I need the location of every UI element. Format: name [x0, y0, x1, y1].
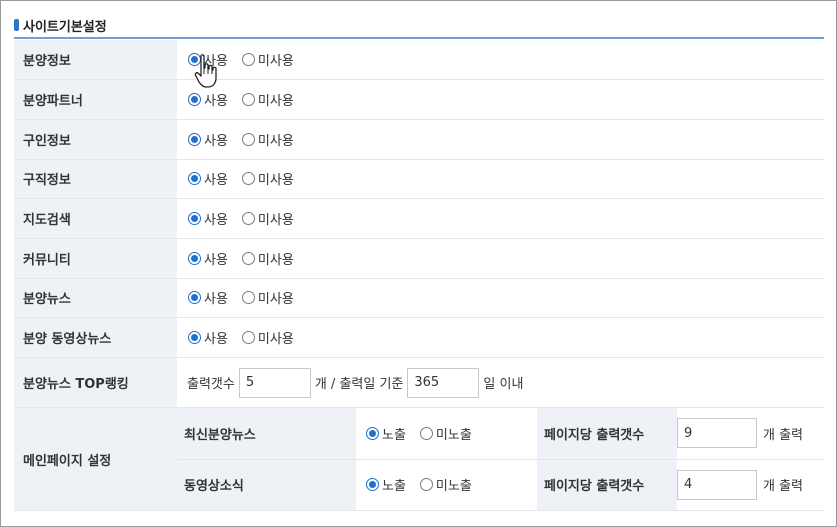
radio-unchecked-icon[interactable] [241, 212, 255, 226]
use-radio-group: 사용 미사용 [188, 249, 824, 268]
setting-label: 분양파트너 [14, 79, 177, 120]
radio-unchecked-icon[interactable] [241, 93, 255, 107]
suffix-text: 일 이내 [483, 377, 524, 392]
main-page-label: 메인페이지 설정 [14, 407, 177, 511]
radio-use[interactable]: 사용 [188, 328, 228, 347]
main-page-table: 최신분양뉴스 노출 미노출 페이지당 출력갯수 9 개 출력 동영상소식 노출 … [177, 408, 824, 510]
main-item-label: 동영상소식 [177, 459, 356, 510]
setting-label: 지도검색 [14, 198, 177, 239]
setting-label: 구직정보 [14, 159, 177, 200]
radio-not-use[interactable]: 미사용 [241, 209, 294, 228]
radio-hide[interactable]: 미노출 [419, 424, 472, 443]
use-radio-group: 사용 미사용 [188, 288, 824, 307]
radio-not-use[interactable]: 미사용 [241, 288, 294, 307]
per-page-label: 페이지당 출력갯수 [537, 459, 677, 510]
radio-unchecked-icon[interactable] [241, 132, 255, 146]
section-title-text: 사이트기본설정 [23, 19, 107, 35]
use-radio-group: 사용 미사용 [188, 50, 824, 69]
radio-checked-icon[interactable] [188, 331, 201, 345]
unit-text: 개 출력 [763, 479, 804, 495]
top-ranking-label: 분양뉴스 TOP랭킹 [14, 357, 177, 408]
setting-row: 분양뉴스 사용 미사용 [14, 278, 824, 319]
radio-checked-icon[interactable] [366, 426, 379, 440]
radio-use[interactable]: 사용 [188, 130, 228, 149]
radio-use[interactable]: 사용 [188, 288, 228, 307]
section-title: 사이트기본설정 [14, 15, 107, 35]
settings-table: 분양정보 사용 미사용 분양파트너 사용 미사용 구인정보 사용 미사용 구직정… [14, 40, 824, 511]
top-ranking-row: 분양뉴스 TOP랭킹 출력갯수 개 / 출력일 기준 일 이내 [14, 357, 824, 408]
main-count-input[interactable] [677, 469, 757, 500]
count-prefix-text: 출력갯수 [187, 377, 235, 392]
title-divider [14, 37, 824, 39]
main-item-label: 최신분양뉴스 [177, 408, 356, 460]
ranking-count-input[interactable] [238, 367, 311, 398]
radio-unchecked-icon[interactable] [419, 478, 433, 492]
radio-checked-icon[interactable] [188, 132, 201, 146]
radio-not-use[interactable]: 미사용 [241, 328, 294, 347]
radio-checked-icon[interactable] [188, 251, 201, 265]
use-radio-group: 사용 미사용 [188, 130, 824, 149]
radio-unchecked-icon[interactable] [241, 172, 255, 186]
radio-not-use[interactable]: 미사용 [241, 50, 294, 69]
radio-use[interactable]: 사용 [188, 209, 228, 228]
radio-use[interactable]: 사용 [188, 169, 228, 188]
main-page-item-row: 동영상소식 노출 미노출 페이지당 출력갯수 4 개 출력 [177, 459, 824, 510]
show-radio-group: 노출 미노출 [366, 475, 537, 494]
setting-row: 분양파트너 사용 미사용 [14, 79, 824, 120]
radio-checked-icon[interactable] [188, 172, 201, 186]
ranking-days-input[interactable] [407, 367, 480, 398]
use-radio-group: 사용 미사용 [188, 90, 824, 109]
radio-checked-icon[interactable] [188, 93, 201, 107]
radio-checked-icon[interactable] [366, 478, 379, 492]
radio-not-use[interactable]: 미사용 [241, 169, 294, 188]
radio-unchecked-icon[interactable] [419, 426, 433, 440]
use-radio-group: 사용 미사용 [188, 328, 824, 347]
radio-show[interactable]: 노출 [366, 475, 406, 494]
main-page-row: 메인페이지 설정 최신분양뉴스 노출 미노출 페이지당 출력갯수 9 개 출력 … [14, 407, 824, 511]
per-page-label: 페이지당 출력갯수 [537, 408, 677, 460]
radio-unchecked-icon[interactable] [241, 331, 255, 345]
radio-not-use[interactable]: 미사용 [241, 90, 294, 109]
radio-not-use[interactable]: 미사용 [241, 130, 294, 149]
radio-checked-icon[interactable] [188, 291, 201, 305]
middle-text: 개 / 출력일 기준 [314, 377, 404, 392]
radio-unchecked-icon[interactable] [241, 251, 255, 265]
show-radio-group: 노출 미노출 [366, 424, 537, 443]
title-bar-icon [14, 19, 19, 31]
main-page-item-row: 최신분양뉴스 노출 미노출 페이지당 출력갯수 9 개 출력 [177, 408, 824, 460]
settings-panel: 사이트기본설정 분양정보 사용 미사용 분양파트너 사용 미사용 구인정보 사용… [0, 0, 837, 527]
main-count-input[interactable] [677, 418, 757, 449]
radio-use[interactable]: 사용 [188, 249, 228, 268]
radio-use[interactable]: 사용 [188, 90, 228, 109]
radio-not-use[interactable]: 미사용 [241, 249, 294, 268]
setting-label: 분양정보 [14, 40, 177, 81]
setting-row: 분양정보 사용 미사용 [14, 40, 824, 81]
radio-unchecked-icon[interactable] [241, 53, 255, 67]
setting-label: 커뮤니티 [14, 238, 177, 279]
setting-label: 분양뉴스 [14, 278, 177, 319]
setting-row: 커뮤니티 사용 미사용 [14, 238, 824, 279]
radio-show[interactable]: 노출 [366, 424, 406, 443]
unit-text: 개 출력 [763, 427, 804, 443]
setting-row: 구인정보 사용 미사용 [14, 119, 824, 160]
setting-row: 분양 동영상뉴스 사용 미사용 [14, 317, 824, 358]
use-radio-group: 사용 미사용 [188, 169, 824, 188]
setting-label: 분양 동영상뉴스 [14, 317, 177, 358]
setting-label: 구인정보 [14, 119, 177, 160]
setting-row: 구직정보 사용 미사용 [14, 159, 824, 200]
radio-unchecked-icon[interactable] [241, 291, 255, 305]
radio-checked-icon[interactable] [188, 212, 201, 226]
radio-hide[interactable]: 미노출 [419, 475, 472, 494]
use-radio-group: 사용 미사용 [188, 209, 824, 228]
hand-pointer-icon [194, 54, 217, 88]
setting-row: 지도검색 사용 미사용 [14, 198, 824, 239]
